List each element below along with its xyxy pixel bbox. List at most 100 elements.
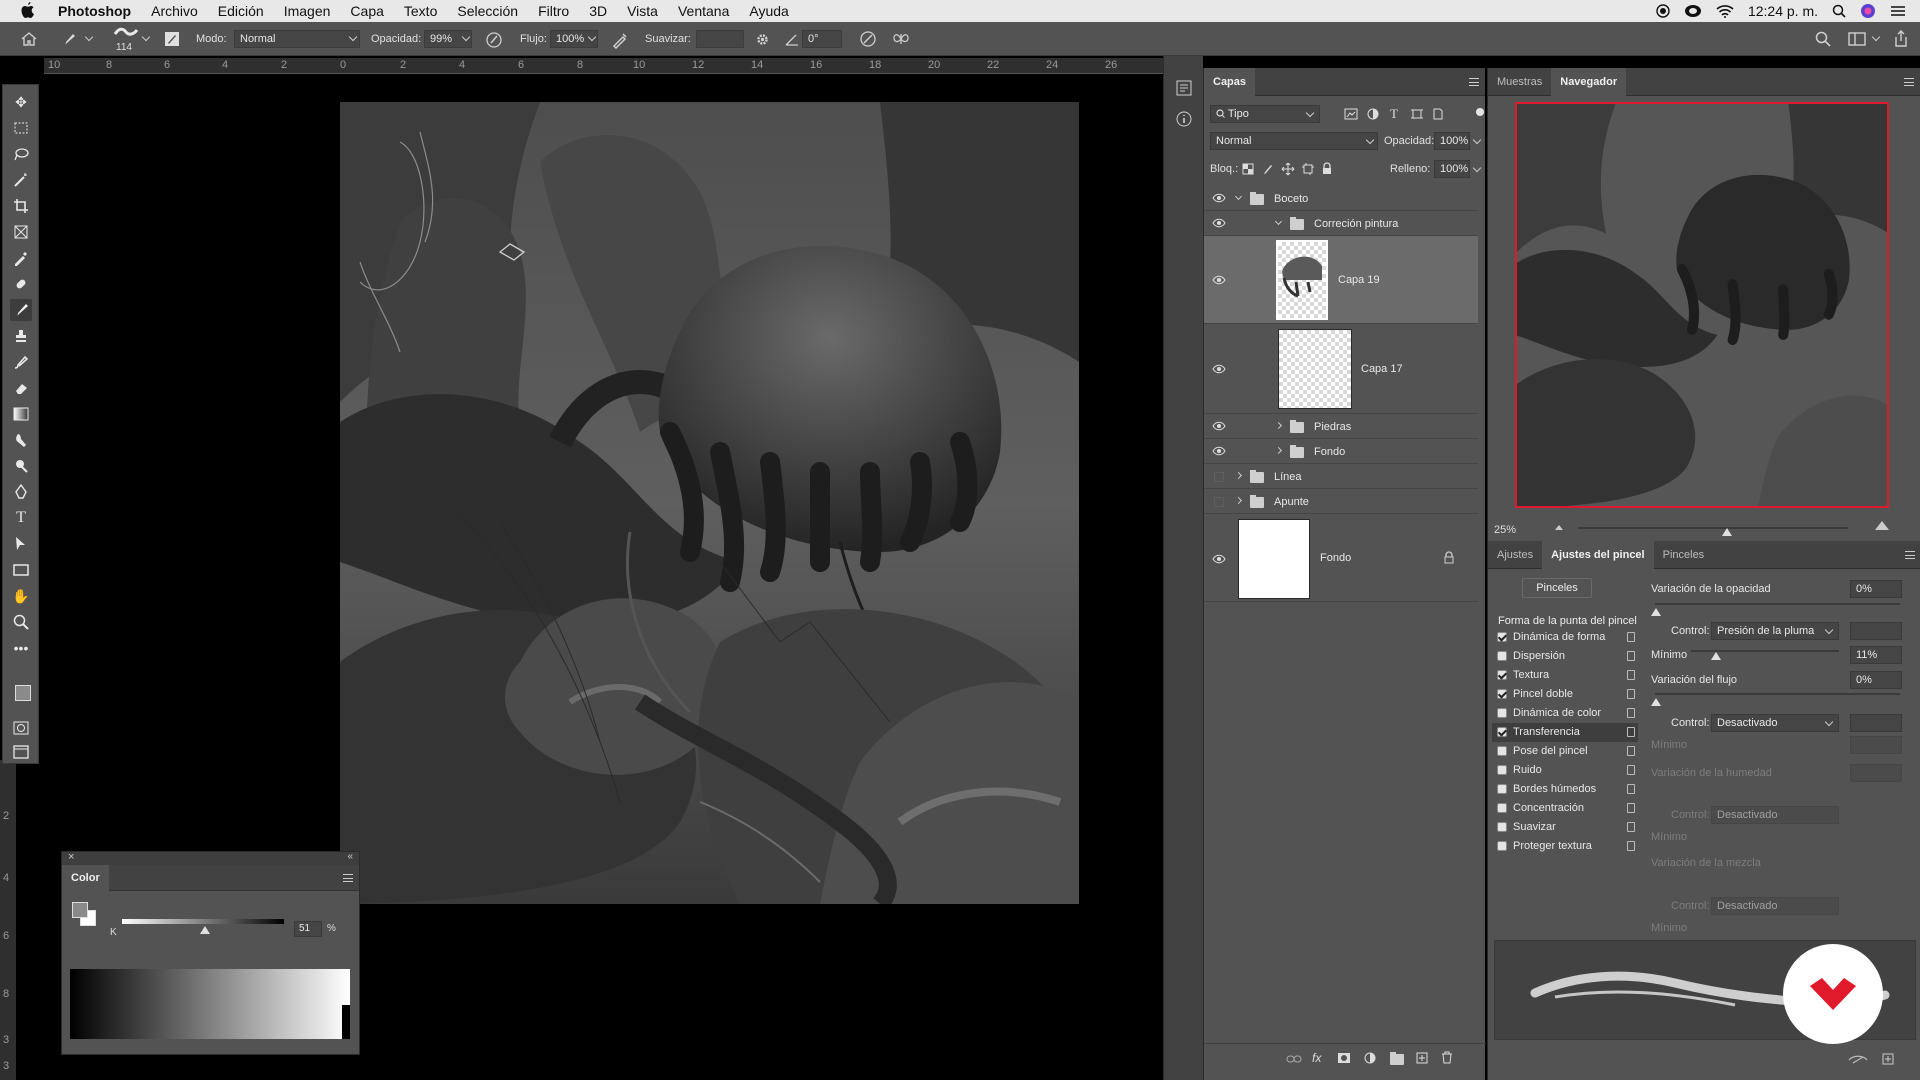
checkbox[interactable] bbox=[1497, 841, 1507, 851]
eye-icon[interactable] bbox=[1212, 554, 1226, 564]
search-icon[interactable] bbox=[1815, 31, 1831, 47]
magic-wand-tool-icon[interactable] bbox=[10, 169, 32, 191]
minimum-thumb[interactable] bbox=[1711, 652, 1721, 660]
control-extra-field[interactable] bbox=[1850, 622, 1902, 640]
spotlight-search-icon[interactable] bbox=[1832, 4, 1846, 18]
new-group-icon[interactable] bbox=[1390, 1052, 1404, 1065]
smoothing-field[interactable] bbox=[696, 30, 744, 48]
type-tool-icon[interactable]: T bbox=[10, 507, 32, 529]
opacity-jitter-field[interactable]: 0% bbox=[1850, 580, 1902, 598]
angle-field[interactable]: 0° bbox=[802, 30, 842, 48]
k-slider-track[interactable] bbox=[122, 919, 284, 924]
airbrush-icon[interactable] bbox=[611, 31, 629, 49]
control-center-icon[interactable] bbox=[1890, 4, 1906, 18]
gradient-tool-icon[interactable] bbox=[10, 403, 32, 425]
home-icon[interactable] bbox=[20, 31, 38, 47]
dodge-tool-icon[interactable] bbox=[10, 455, 32, 477]
checkbox[interactable] bbox=[1497, 689, 1507, 699]
lock-icon[interactable] bbox=[1627, 803, 1635, 813]
layer-group-apunte[interactable]: Apunte bbox=[1204, 489, 1478, 514]
brush-option-transferencia[interactable]: Transferencia bbox=[1492, 723, 1638, 742]
eye-icon[interactable] bbox=[1212, 275, 1226, 285]
lock-all-icon[interactable] bbox=[1322, 162, 1332, 175]
share-icon[interactable] bbox=[1893, 30, 1909, 48]
k-value-field[interactable]: 51 bbox=[294, 921, 322, 937]
creative-cloud-icon[interactable] bbox=[1684, 4, 1702, 18]
control-select-flow[interactable]: Desactivado bbox=[1711, 714, 1839, 732]
tab-navigator[interactable]: Navegador bbox=[1551, 67, 1627, 96]
layer-style-fx-icon[interactable]: fx bbox=[1312, 1051, 1321, 1065]
marquee-tool-icon[interactable] bbox=[10, 117, 32, 139]
filter-smart-object-icon[interactable] bbox=[1433, 108, 1443, 120]
lock-icon[interactable] bbox=[1627, 841, 1635, 851]
tab-brushes[interactable]: Pinceles bbox=[1654, 541, 1714, 569]
menu-archivo[interactable]: Archivo bbox=[151, 3, 198, 19]
wifi-icon[interactable] bbox=[1716, 4, 1734, 18]
pressure-opacity-icon[interactable] bbox=[485, 31, 503, 49]
menu-filtro[interactable]: Filtro bbox=[538, 3, 569, 19]
chevron-down-icon[interactable] bbox=[141, 32, 151, 42]
checkbox[interactable] bbox=[1497, 708, 1507, 718]
layer-group-correccion[interactable]: Correción pintura bbox=[1204, 211, 1478, 236]
control-extra-field[interactable] bbox=[1850, 714, 1902, 732]
collapse-icon[interactable]: « bbox=[347, 851, 353, 862]
brushes-button[interactable]: Pinceles bbox=[1522, 578, 1592, 598]
adjustment-layer-icon[interactable] bbox=[1364, 1052, 1376, 1064]
panel-menu-icon[interactable] bbox=[1904, 78, 1914, 86]
filter-adjustment-icon[interactable] bbox=[1367, 108, 1379, 120]
lock-transparency-icon[interactable] bbox=[1242, 163, 1254, 175]
brush-option-concentracion[interactable]: Concentración bbox=[1492, 799, 1638, 818]
lasso-tool-icon[interactable] bbox=[10, 143, 32, 165]
tab-adjustments[interactable]: Ajustes bbox=[1488, 541, 1542, 569]
menu-ayuda[interactable]: Ayuda bbox=[749, 3, 788, 19]
siri-icon[interactable] bbox=[1860, 3, 1876, 19]
layer-group-linea[interactable]: Línea bbox=[1204, 464, 1478, 489]
hand-tool-icon[interactable]: ✋ bbox=[10, 585, 32, 607]
flow-jitter-slider[interactable] bbox=[1655, 693, 1900, 695]
properties-icon[interactable] bbox=[1176, 80, 1192, 96]
eye-icon[interactable] bbox=[1212, 218, 1226, 228]
panel-titlebar[interactable]: × « bbox=[62, 851, 359, 865]
checkbox[interactable] bbox=[1497, 822, 1507, 832]
menu-vista[interactable]: Vista bbox=[627, 3, 658, 19]
control-select-opacity[interactable]: Presión de la pluma bbox=[1711, 622, 1839, 640]
path-selection-tool-icon[interactable] bbox=[10, 533, 32, 555]
eye-icon[interactable] bbox=[1212, 193, 1226, 203]
layer-group-boceto[interactable]: Boceto bbox=[1204, 186, 1478, 211]
eraser-tool-icon[interactable] bbox=[10, 377, 32, 399]
lock-icon[interactable] bbox=[1627, 765, 1635, 775]
lock-icon[interactable] bbox=[1627, 651, 1635, 661]
eyedropper-tool-icon[interactable] bbox=[10, 247, 32, 269]
pressure-size-icon[interactable] bbox=[859, 30, 877, 48]
pen-tool-icon[interactable] bbox=[10, 481, 32, 503]
navigator-zoom-value[interactable]: 25% bbox=[1494, 524, 1516, 536]
filter-pixel-icon[interactable] bbox=[1344, 108, 1358, 120]
menu-edicion[interactable]: Edición bbox=[218, 3, 264, 19]
crop-tool-icon[interactable] bbox=[10, 195, 32, 217]
filter-type-icon[interactable]: T bbox=[1390, 106, 1398, 122]
menu-capa[interactable]: Capa bbox=[350, 3, 383, 19]
toggle-preview-icon[interactable] bbox=[1848, 1055, 1868, 1065]
brush-option-pose[interactable]: Pose del pincel bbox=[1492, 742, 1638, 761]
mode-select[interactable]: Normal bbox=[234, 30, 360, 48]
lock-position-icon[interactable] bbox=[1281, 162, 1295, 176]
new-layer-icon[interactable] bbox=[1416, 1052, 1428, 1064]
layer-opacity-field[interactable]: 100% bbox=[1434, 132, 1470, 150]
brush-tip-shape-label[interactable]: Forma de la punta del pincel bbox=[1498, 615, 1637, 627]
menu-ventana[interactable]: Ventana bbox=[678, 3, 729, 19]
add-mask-icon[interactable] bbox=[1337, 1052, 1351, 1064]
frame-tool-icon[interactable] bbox=[10, 221, 32, 243]
brush-option-proteger-textura[interactable]: Proteger textura bbox=[1492, 837, 1638, 856]
brush-option-suavizar[interactable]: Suavizar bbox=[1492, 818, 1638, 837]
checkbox[interactable] bbox=[1497, 632, 1507, 642]
link-layers-icon[interactable] bbox=[1286, 1054, 1302, 1064]
eye-icon[interactable] bbox=[1212, 446, 1226, 456]
ramp-black-white-swatch[interactable] bbox=[342, 1005, 350, 1039]
chevron-down-icon[interactable] bbox=[1472, 135, 1482, 145]
chevron-down-icon[interactable] bbox=[1871, 32, 1881, 42]
screen-mode-icon[interactable] bbox=[10, 741, 32, 763]
gear-icon[interactable] bbox=[755, 32, 770, 47]
menu-3d[interactable]: 3D bbox=[589, 3, 607, 19]
layer-capa-19[interactable]: Capa 19 bbox=[1204, 236, 1478, 324]
checkbox[interactable] bbox=[1497, 765, 1507, 775]
